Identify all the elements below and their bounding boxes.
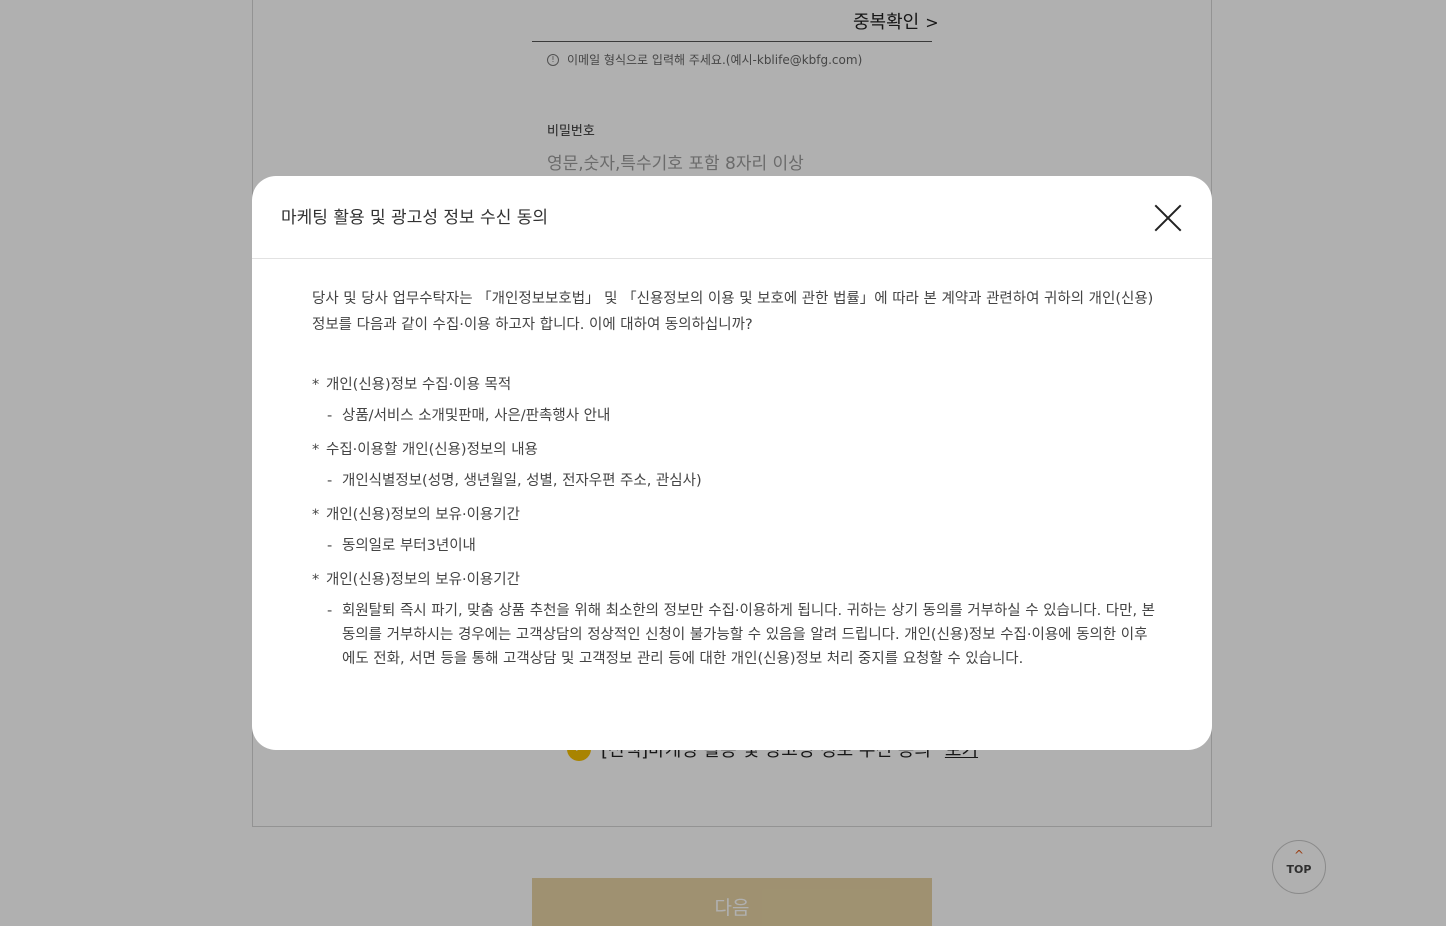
section-detail: - 동의일로 부터3년이내 (312, 534, 1157, 558)
section-detail-text: 회원탈퇴 즉시 파기, 맞춤 상품 추천을 위해 최소한의 정보만 수집·이용하… (342, 603, 1156, 667)
modal-title: 마케팅 활용 및 광고성 정보 수신 동의 (281, 208, 549, 228)
list-item: * 수집·이용할 개인(신용)정보의 내용 - 개인식별정보(성명, 생년월일,… (312, 439, 1157, 493)
section-heading-text: 수집·이용할 개인(신용)정보의 내용 (326, 442, 538, 458)
bullet-marker: * (312, 377, 320, 393)
consent-modal: 마케팅 활용 및 광고성 정보 수신 동의 당사 및 당사 업무수탁자는 「개인… (252, 176, 1212, 750)
consent-section-list: * 개인(신용)정보 수집·이용 목적 - 상품/서비스 소개및판매, 사은/판… (312, 374, 1157, 671)
bullet-marker: * (312, 442, 320, 458)
detail-marker: - (327, 408, 333, 424)
section-detail: - 개인식별정보(성명, 생년월일, 성별, 전자우편 주소, 관심사) (312, 469, 1157, 493)
list-item: * 개인(신용)정보 수집·이용 목적 - 상품/서비스 소개및판매, 사은/판… (312, 374, 1157, 428)
section-detail-text: 개인식별정보(성명, 생년월일, 성별, 전자우편 주소, 관심사) (342, 473, 702, 489)
detail-marker: - (327, 538, 333, 554)
section-heading-text: 개인(신용)정보의 보유·이용기간 (326, 572, 520, 588)
section-heading: * 개인(신용)정보의 보유·이용기간 (312, 569, 1157, 591)
list-item: * 개인(신용)정보의 보유·이용기간 - 회원탈퇴 즉시 파기, 맞춤 상품 … (312, 569, 1157, 671)
section-detail: - 상품/서비스 소개및판매, 사은/판촉행사 안내 (312, 404, 1157, 428)
section-heading: * 개인(신용)정보 수집·이용 목적 (312, 374, 1157, 396)
bullet-marker: * (312, 572, 320, 588)
section-heading: * 수집·이용할 개인(신용)정보의 내용 (312, 439, 1157, 461)
section-detail-text: 상품/서비스 소개및판매, 사은/판촉행사 안내 (342, 408, 611, 424)
section-detail: - 회원탈퇴 즉시 파기, 맞춤 상품 추천을 위해 최소한의 정보만 수집·이… (312, 599, 1157, 671)
modal-body: 당사 및 당사 업무수탁자는 「개인정보보호법」 및 「신용정보의 이용 및 보… (312, 286, 1157, 682)
page: 중복확인 > ! 이메일 형식으로 입력해 주세요.(예시-kblife@kbfg… (0, 0, 1446, 926)
modal-header: 마케팅 활용 및 광고성 정보 수신 동의 (252, 176, 1212, 259)
section-heading: * 개인(신용)정보의 보유·이용기간 (312, 504, 1157, 526)
list-item: * 개인(신용)정보의 보유·이용기간 - 동의일로 부터3년이내 (312, 504, 1157, 558)
section-heading-text: 개인(신용)정보 수집·이용 목적 (326, 377, 512, 393)
detail-marker: - (327, 473, 333, 489)
detail-marker: - (327, 603, 333, 619)
close-icon[interactable] (1154, 204, 1182, 232)
bullet-marker: * (312, 507, 320, 523)
modal-intro: 당사 및 당사 업무수탁자는 「개인정보보호법」 및 「신용정보의 이용 및 보… (312, 291, 1154, 333)
section-heading-text: 개인(신용)정보의 보유·이용기간 (326, 507, 520, 523)
section-detail-text: 동의일로 부터3년이내 (342, 538, 476, 554)
